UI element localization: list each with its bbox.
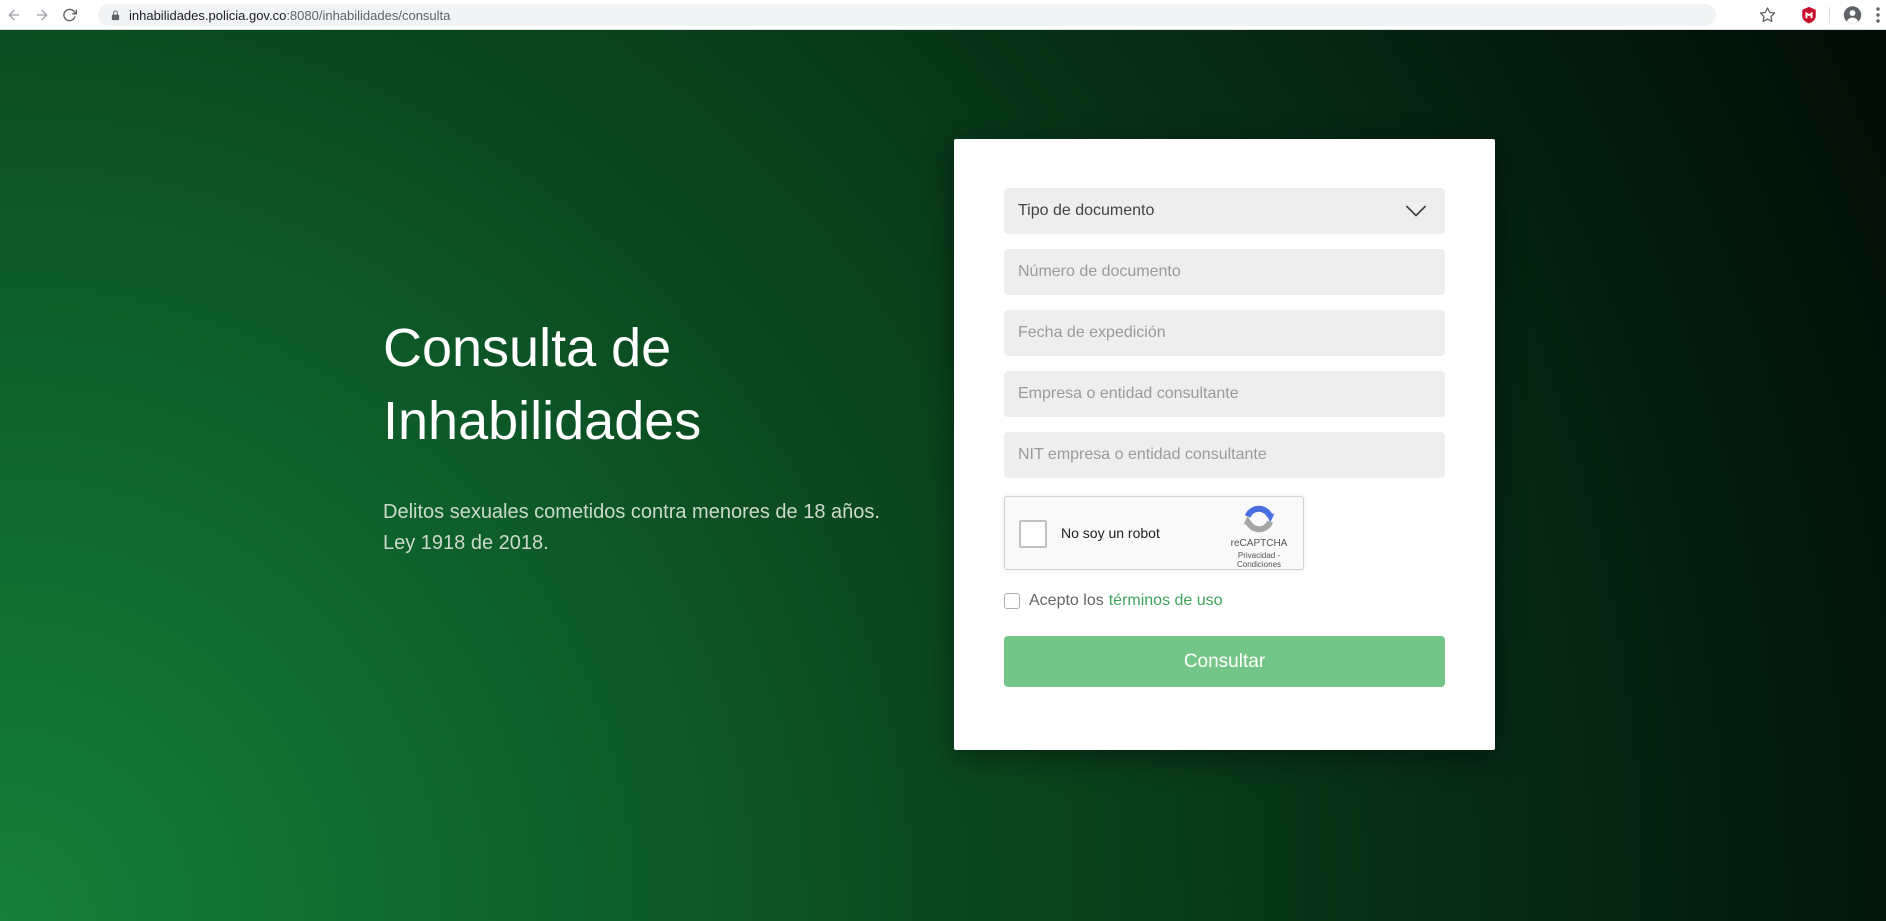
- browser-toolbar: inhabilidades.policia.gov.co:8080/inhabi…: [0, 0, 1886, 30]
- document-type-select[interactable]: Tipo de documento: [1004, 188, 1445, 234]
- consulta-form-card: Tipo de documento No soy un robot: [954, 139, 1495, 750]
- screenshot-root: inhabilidades.policia.gov.co:8080/inhabi…: [0, 0, 1886, 921]
- page-subtitle-line2: Ley 1918 de 2018.: [383, 528, 880, 559]
- back-icon[interactable]: [6, 7, 22, 23]
- chevron-down-icon: [1405, 204, 1427, 218]
- page-subtitle-line1: Delitos sexuales cometidos contra menore…: [383, 497, 880, 528]
- address-bar[interactable]: inhabilidades.policia.gov.co:8080/inhabi…: [98, 4, 1716, 26]
- forward-icon[interactable]: [34, 7, 50, 23]
- document-number-input[interactable]: [1004, 249, 1445, 295]
- recaptcha-checkbox[interactable]: [1019, 520, 1047, 548]
- toolbar-divider: [1829, 7, 1830, 23]
- page-subtitle: Delitos sexuales cometidos contra menore…: [383, 497, 880, 559]
- recaptcha-logo-icon: [1243, 503, 1275, 535]
- terms-link[interactable]: términos de uso: [1109, 592, 1223, 610]
- document-type-value: Tipo de documento: [1018, 202, 1154, 220]
- page-title: Consulta de Inhabilidades: [383, 312, 823, 458]
- recaptcha-widget: No soy un robot reCAPTCHA Privacidad - C…: [1004, 496, 1304, 570]
- company-name-input[interactable]: [1004, 371, 1445, 417]
- company-nit-input[interactable]: [1004, 432, 1445, 478]
- mcafee-extension-icon[interactable]: [1800, 5, 1818, 25]
- page-background: Consulta de Inhabilidades Delitos sexual…: [0, 30, 1886, 921]
- bookmark-star-icon[interactable]: [1759, 6, 1776, 23]
- url-path: :8080/inhabilidades/consulta: [286, 8, 450, 23]
- refresh-icon[interactable]: [62, 7, 77, 22]
- expedition-date-input[interactable]: [1004, 310, 1445, 356]
- recaptcha-privacy-links[interactable]: Privacidad - Condiciones: [1223, 551, 1295, 569]
- menu-dots-icon[interactable]: [1876, 7, 1880, 23]
- url-domain: inhabilidades.policia.gov.co: [129, 8, 286, 23]
- recaptcha-label: No soy un robot: [1061, 525, 1160, 541]
- profile-avatar-icon[interactable]: [1843, 5, 1862, 24]
- hero-section: Consulta de Inhabilidades Delitos sexual…: [383, 312, 880, 559]
- recaptcha-brand: reCAPTCHA: [1223, 538, 1295, 549]
- consultar-button[interactable]: Consultar: [1004, 636, 1445, 687]
- recaptcha-branding: reCAPTCHA Privacidad - Condiciones: [1223, 503, 1295, 569]
- terms-row: Acepto los términos de uso: [1004, 592, 1445, 610]
- terms-label: Acepto los: [1029, 592, 1104, 610]
- lock-icon[interactable]: [110, 9, 121, 22]
- terms-checkbox[interactable]: [1004, 593, 1020, 609]
